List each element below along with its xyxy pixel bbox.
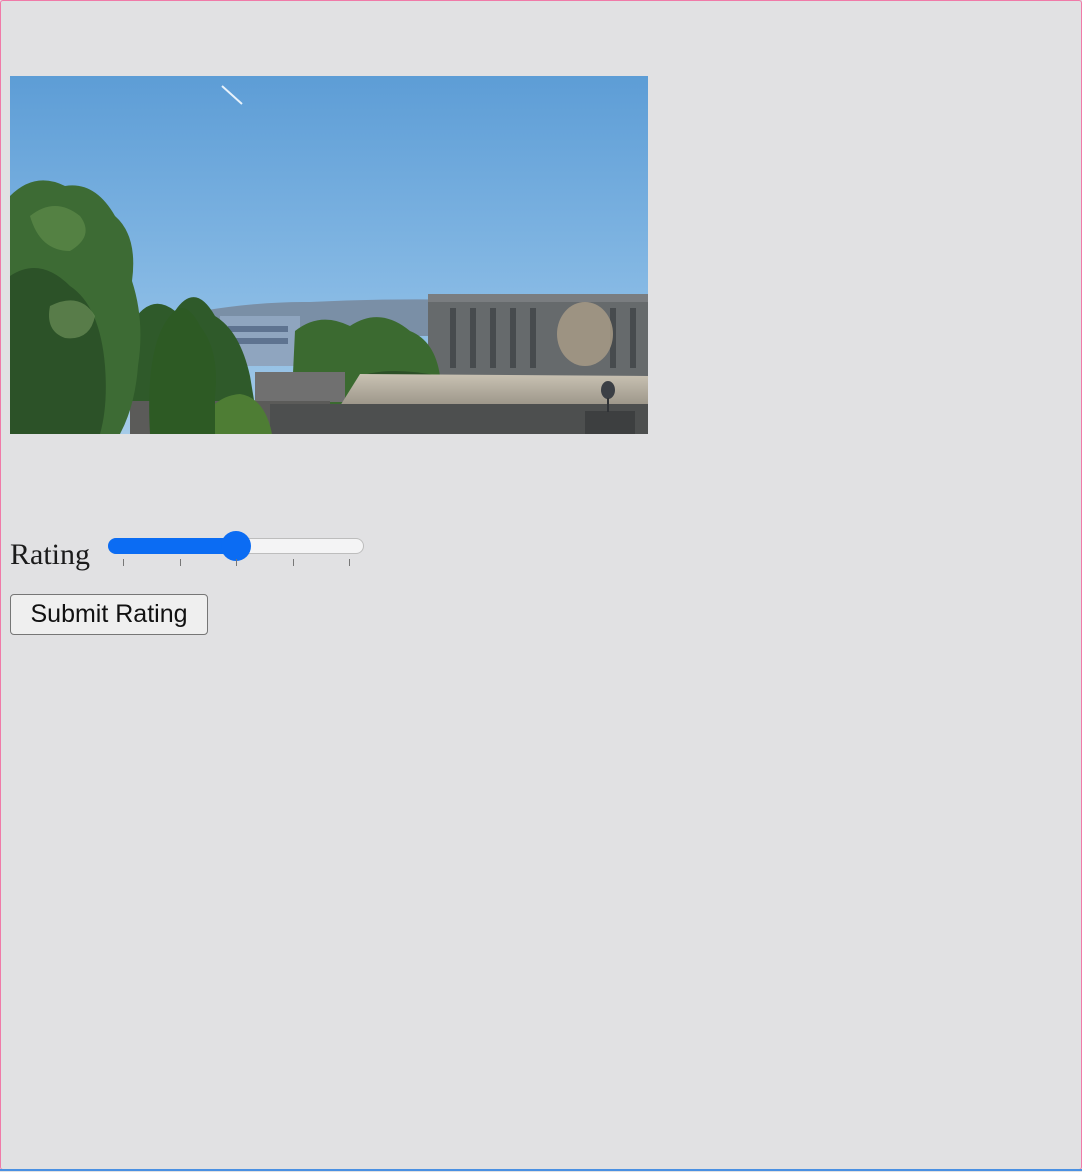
rating-row: Rating [10,530,410,574]
slider-tick [123,559,124,566]
slider-tick [236,559,237,566]
frame-bottom-edge [0,1169,1082,1171]
submit-rating-button[interactable]: Submit Rating [10,594,208,635]
rating-slider[interactable] [108,530,364,570]
rating-label: Rating [10,538,90,571]
slider-tick [179,559,181,566]
slider-tick [292,559,294,566]
city-rooftops-photo [10,76,648,434]
slider-thumb[interactable] [221,531,251,561]
slider-fill [108,538,236,554]
slider-tick [349,559,350,566]
